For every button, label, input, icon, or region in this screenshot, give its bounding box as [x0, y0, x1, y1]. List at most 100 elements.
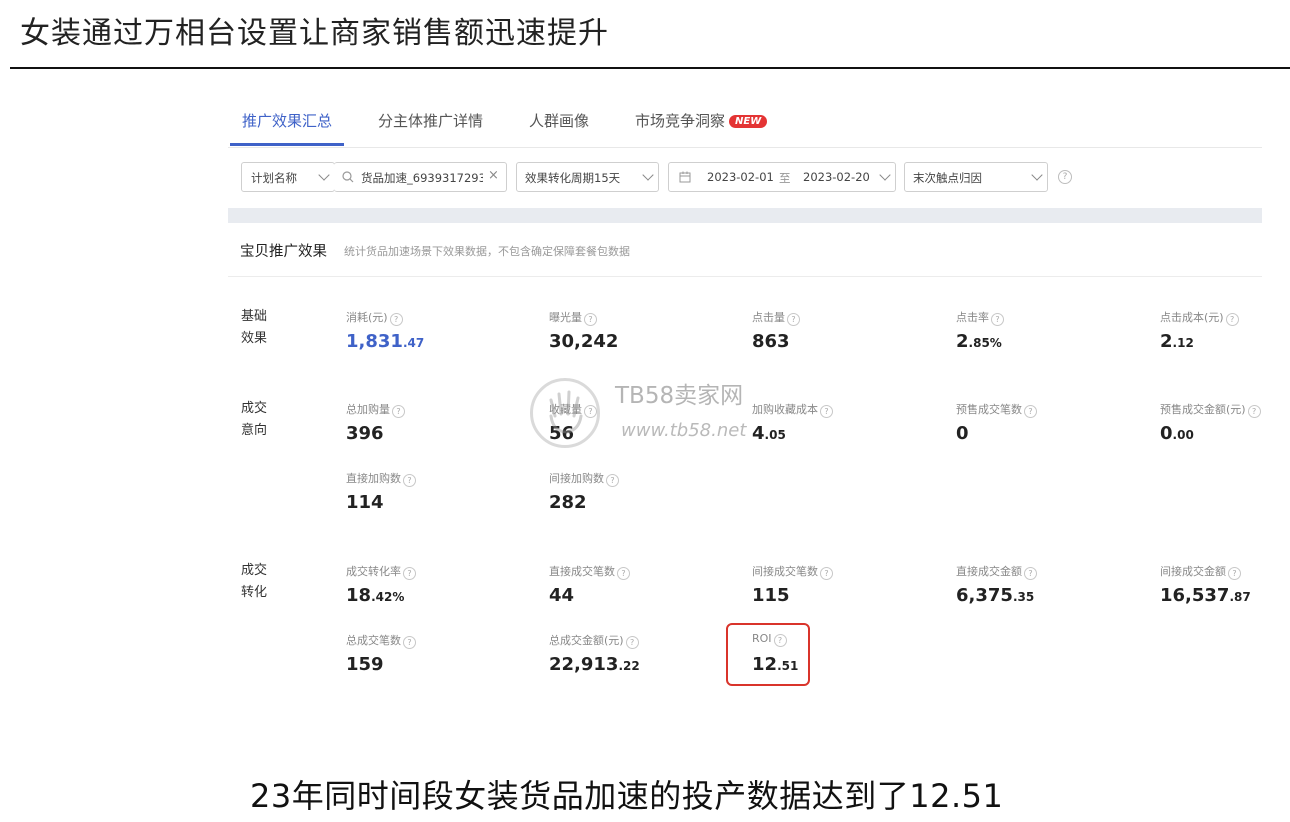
help-icon[interactable]: ?: [820, 405, 833, 418]
metric-label: 直接成交金额: [956, 565, 1022, 578]
metric-total-orders: 总成交笔数? 159: [346, 632, 416, 675]
attribution-value: 末次触点归因: [913, 171, 982, 185]
metric-clicks: 点击量? 863: [752, 309, 800, 352]
metric-label: 直接加购数: [346, 472, 401, 485]
plan-search-value: 货品加速_6939317293: [361, 171, 483, 185]
metric-label: 消耗(元): [346, 311, 388, 324]
metric-cpc: 点击成本(元)? 2.12: [1160, 309, 1239, 352]
active-tab-indicator: [230, 143, 344, 146]
chevron-down-icon: [879, 169, 891, 181]
help-icon[interactable]: ?: [787, 313, 800, 326]
metric-cart-indirect: 间接加购数? 282: [549, 470, 619, 513]
metric-label: 点击成本(元): [1160, 311, 1224, 324]
help-icon[interactable]: ?: [1247, 405, 1261, 418]
metric-value: 282: [549, 492, 587, 513]
help-icon[interactable]: ?: [403, 636, 416, 649]
page-title: 女装通过万相台设置让商家销售额迅速提升: [20, 16, 609, 51]
calendar-icon: [679, 171, 691, 183]
metric-value-decimal: .00: [1172, 428, 1194, 442]
help-icon[interactable]: ?: [1024, 567, 1037, 580]
section-title: 宝贝推广效果: [240, 244, 327, 260]
tab-promotion-summary[interactable]: 推广效果汇总: [242, 110, 332, 131]
metric-value: 2: [956, 331, 969, 352]
attribution-select[interactable]: 末次触点归因: [904, 162, 1048, 192]
metric-value: 863: [752, 331, 790, 352]
help-icon[interactable]: ?: [403, 567, 416, 580]
group-label-line: 效果: [241, 331, 268, 346]
group-label-line: 意向: [241, 423, 268, 438]
tab-entity-details[interactable]: 分主体推广详情: [378, 110, 483, 131]
plan-name-select[interactable]: 计划名称: [241, 162, 335, 192]
metric-label: 总成交笔数: [346, 634, 401, 647]
metric-cart-direct: 直接加购数? 114: [346, 470, 416, 513]
roi-highlight-box: [726, 623, 810, 686]
plan-search-input[interactable]: 货品加速_6939317293 ×: [334, 162, 507, 192]
metric-label: 点击率: [956, 311, 989, 324]
metric-ctr: 点击率? 2.85%: [956, 309, 1004, 352]
group-label-line: 转化: [241, 585, 268, 600]
metric-indirect-orders: 间接成交笔数? 115: [752, 563, 833, 606]
metric-value: 4: [752, 423, 765, 444]
metric-direct-amount: 直接成交金额? 6,375.35: [956, 563, 1037, 606]
metric-total-amount: 总成交金额(元)? 22,913.22: [549, 632, 640, 675]
chevron-down-icon: [318, 169, 330, 181]
metric-label: 总加购量: [346, 403, 390, 416]
help-icon[interactable]: ?: [584, 313, 597, 326]
metric-label: 总成交金额(元): [549, 634, 624, 647]
metric-value: 115: [752, 585, 790, 606]
help-icon[interactable]: ?: [606, 474, 619, 487]
metric-cvr: 成交转化率? 18.42%: [346, 563, 416, 606]
metric-label: 直接成交笔数: [549, 565, 615, 578]
chevron-down-icon: [1031, 169, 1043, 181]
date-range-picker[interactable]: 2023-02-01 至 2023-02-20: [668, 162, 896, 192]
help-icon[interactable]: ?: [625, 636, 639, 649]
help-icon[interactable]: ?: [617, 567, 630, 580]
help-icon[interactable]: ?: [1058, 170, 1072, 184]
metric-cart-total: 总加购量? 396: [346, 401, 405, 444]
metric-label: 预售成交笔数: [956, 403, 1022, 416]
metric-presale-amount: 预售成交金额(元)? 0.00: [1160, 401, 1261, 444]
metric-value-decimal: .42%: [371, 590, 405, 604]
metric-value-decimal: .12: [1172, 336, 1194, 350]
search-icon: [342, 171, 354, 183]
report-tabs: 推广效果汇总 分主体推广详情 人群画像 市场竞争洞察 NEW: [228, 100, 1262, 148]
metric-impressions: 曝光量? 30,242: [549, 309, 618, 352]
help-icon[interactable]: ?: [403, 474, 416, 487]
group-label-line: 成交: [241, 401, 268, 416]
clear-icon[interactable]: ×: [488, 168, 499, 183]
group-label-intent: 成交 意向: [241, 398, 267, 442]
tab-market-insight[interactable]: 市场竞争洞察 NEW: [635, 110, 768, 131]
new-badge: NEW: [729, 115, 768, 128]
date-separator: 至: [779, 171, 791, 185]
conversion-cycle-select[interactable]: 效果转化周期15天: [516, 162, 659, 192]
metric-direct-orders: 直接成交笔数? 44: [549, 563, 630, 606]
metric-value: 44: [549, 585, 575, 606]
metric-value: 16,537: [1160, 585, 1230, 606]
metric-value: 396: [346, 423, 384, 444]
metric-value-decimal: .35: [1012, 590, 1035, 604]
metric-value-decimal: .85%: [968, 336, 1002, 350]
metric-label: 间接成交笔数: [752, 565, 818, 578]
metric-value-decimal: .47: [402, 336, 425, 350]
tab-audience-profile[interactable]: 人群画像: [529, 110, 589, 131]
watermark-brand: TB58卖家网: [615, 383, 744, 409]
metric-value: 6,375: [956, 585, 1013, 606]
metric-value: 1,831: [346, 331, 403, 352]
help-icon[interactable]: ?: [1228, 567, 1241, 580]
help-icon[interactable]: ?: [389, 313, 403, 326]
help-icon[interactable]: ?: [991, 313, 1004, 326]
group-label-line: 基础: [241, 309, 268, 324]
metric-value-decimal: .05: [764, 428, 786, 442]
metric-value-decimal: .22: [618, 659, 640, 673]
plan-name-select-value: 计划名称: [251, 171, 297, 185]
metric-label: 间接加购数: [549, 472, 604, 485]
metric-value: 22,913: [549, 654, 619, 675]
help-icon[interactable]: ?: [1024, 405, 1037, 418]
help-icon[interactable]: ?: [820, 567, 833, 580]
date-end: 2023-02-20: [803, 170, 870, 184]
help-icon[interactable]: ?: [1225, 313, 1239, 326]
group-label-line: 成交: [241, 563, 268, 578]
help-icon[interactable]: ?: [392, 405, 405, 418]
conversion-cycle-value: 效果转化周期15天: [525, 171, 621, 185]
metric-value: 30,242: [549, 331, 619, 352]
